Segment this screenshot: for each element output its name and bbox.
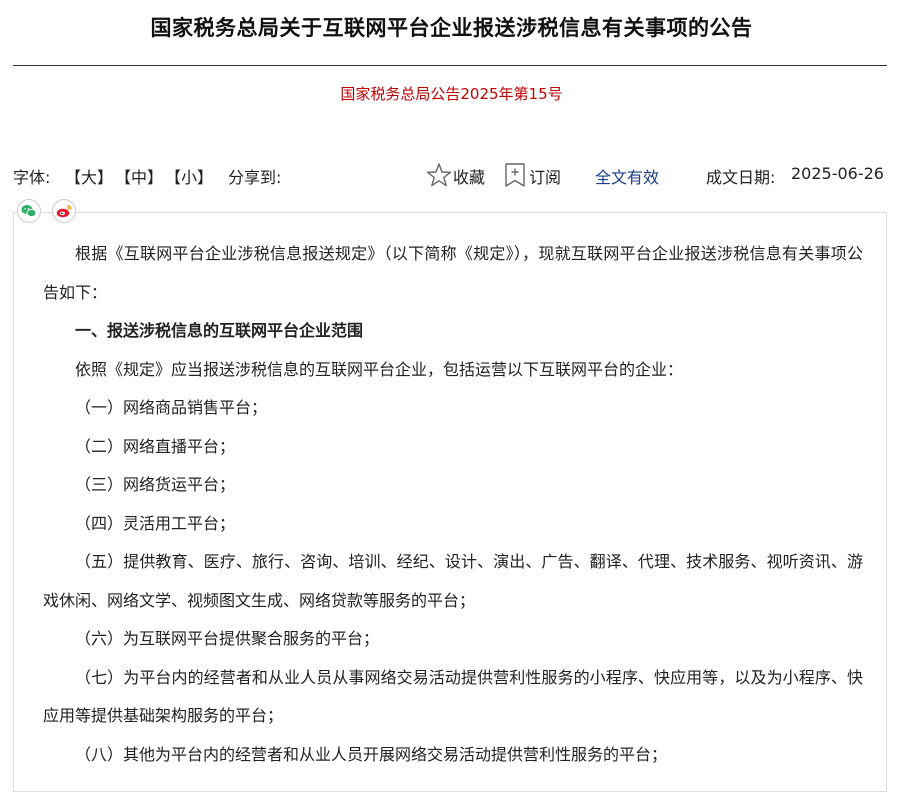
list-item: （六）为互联网平台提供聚合服务的平台； xyxy=(75,629,380,648)
wechat-icon xyxy=(21,205,37,218)
date-label: 成文日期: xyxy=(706,168,776,187)
weibo-icon xyxy=(56,204,72,218)
list-item: （五）提供教育、医疗、旅行、咨询、培训、经纪、设计、演出、广告、翻译、代理、技术… xyxy=(43,552,863,610)
article-toolbar: 字体: 【大】 【中】 【小】 分享到: 收藏 订阅 全文有效 成文日期: 20… xyxy=(13,162,887,188)
star-icon[interactable] xyxy=(426,162,452,188)
list-item: （四）灵活用工平台； xyxy=(75,513,236,533)
page-title: 国家税务总局关于互联网平台企业报送涉税信息有关事项的公告 xyxy=(150,16,753,40)
subscribe-icon[interactable] xyxy=(503,162,527,188)
list-item: （一）网络商品销售平台； xyxy=(75,398,268,417)
list-item: （七）为平台内的经营者和从业人员从事网络交易活动提供营利性服务的小程序、快应用等… xyxy=(43,667,863,726)
list-item: （三）网络货运平台； xyxy=(75,475,236,494)
validity-status: 全文有效 xyxy=(595,168,660,187)
section-lead-paragraph: 依照《规定》应当报送涉税信息的互联网平台企业，包括运营以下互联网平台的企业： xyxy=(75,359,684,379)
weibo-share-button[interactable] xyxy=(52,199,76,223)
date-value: 2025-06-26 xyxy=(791,164,884,183)
subscribe-button[interactable]: 订阅 xyxy=(529,164,561,188)
share-label: 分享到: xyxy=(228,168,282,187)
title-divider xyxy=(13,65,887,66)
font-size-label: 字体: xyxy=(13,168,51,187)
font-medium-button[interactable]: 【中】 xyxy=(115,164,163,188)
document-number: 国家税务总局公告2025年第15号 xyxy=(340,85,563,103)
font-small-button[interactable]: 【小】 xyxy=(165,164,213,188)
intro-paragraph: 根据《互联网平台企业涉税信息报送规定》（以下简称《规定》），现就互联网平台企业报… xyxy=(43,244,863,302)
wechat-share-button[interactable] xyxy=(17,199,41,223)
section-heading: 一、报送涉税信息的互联网平台企业范围 xyxy=(75,321,364,340)
article-body: 根据《互联网平台企业涉税信息报送规定》（以下简称《规定》），现就互联网平台企业报… xyxy=(43,235,863,774)
font-large-button[interactable]: 【大】 xyxy=(65,164,113,188)
list-item: （二）网络直播平台； xyxy=(75,436,236,456)
favorite-button[interactable]: 收藏 xyxy=(453,164,485,188)
list-item: （八）其他为平台内的经营者和从业人员开展网络交易活动提供营利性服务的平台； xyxy=(75,744,668,764)
